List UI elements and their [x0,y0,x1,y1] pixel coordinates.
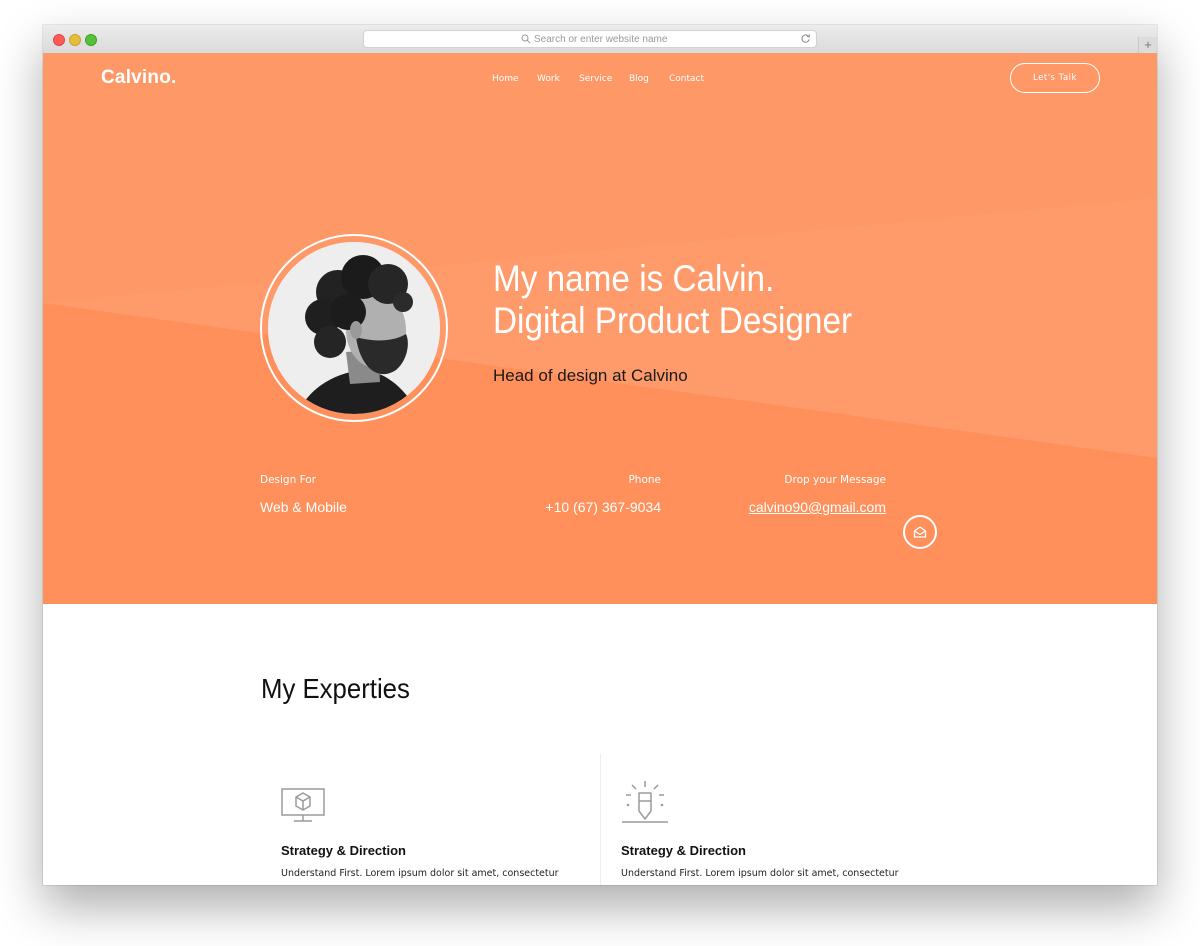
nav-blog[interactable]: Blog [629,74,649,84]
headline-line-2: Digital Product Designer [493,300,853,341]
pencil-sparkle-icon [622,781,668,823]
monitor-box-icon [281,788,325,822]
address-placeholder: Search or enter website name [534,34,668,45]
headline-line-1: My name is Calvin. [493,258,775,299]
nav-contact[interactable]: Contact [669,74,704,84]
hero-headline: My name is Calvin. Digital Product Desig… [493,258,852,342]
card-text: Understand First. Lorem ipsum dolor sit … [621,868,899,879]
nav-service[interactable]: Service [579,74,612,84]
site-logo[interactable]: Calvino. [101,67,177,89]
email-wrapper: calvino90@gmail.com [726,499,886,515]
message-label: Drop your Message [784,474,886,486]
portrait-illustration [268,242,440,414]
send-message-button[interactable] [903,515,937,549]
hero-section: Calvino. Home Work Service Blog Contact … [43,53,1157,604]
envelope-icon [913,526,927,538]
design-for-value: Web & Mobile [260,499,347,515]
browser-toolbar: Search or enter website name + [43,25,1157,54]
lets-talk-button[interactable]: Let's Talk [1010,63,1100,93]
profile-photo [268,242,440,414]
reload-icon[interactable] [800,33,811,44]
minimize-window-button[interactable] [69,34,81,46]
nav-home[interactable]: Home [492,74,519,84]
design-for-label: Design For [260,474,316,486]
address-bar[interactable]: Search or enter website name [363,30,817,48]
experties-title: My Experties [261,673,410,704]
new-tab-button[interactable]: + [1138,37,1157,53]
browser-window: Search or enter website name + Calvino. … [43,25,1157,885]
nav-work[interactable]: Work [537,74,560,84]
card-text: Understand First. Lorem ipsum dolor sit … [281,868,559,879]
close-window-button[interactable] [53,34,65,46]
zoom-window-button[interactable] [85,34,97,46]
card-divider [600,754,601,885]
phone-label: Phone [628,474,661,486]
card-title: Strategy & Direction [281,843,406,858]
phone-value: +10 (67) 367-9034 [545,499,661,515]
email-link[interactable]: calvino90@gmail.com [749,499,886,515]
hero-subtitle: Head of design at Calvino [493,366,688,385]
card-title: Strategy & Direction [621,843,746,858]
search-icon [521,34,531,44]
